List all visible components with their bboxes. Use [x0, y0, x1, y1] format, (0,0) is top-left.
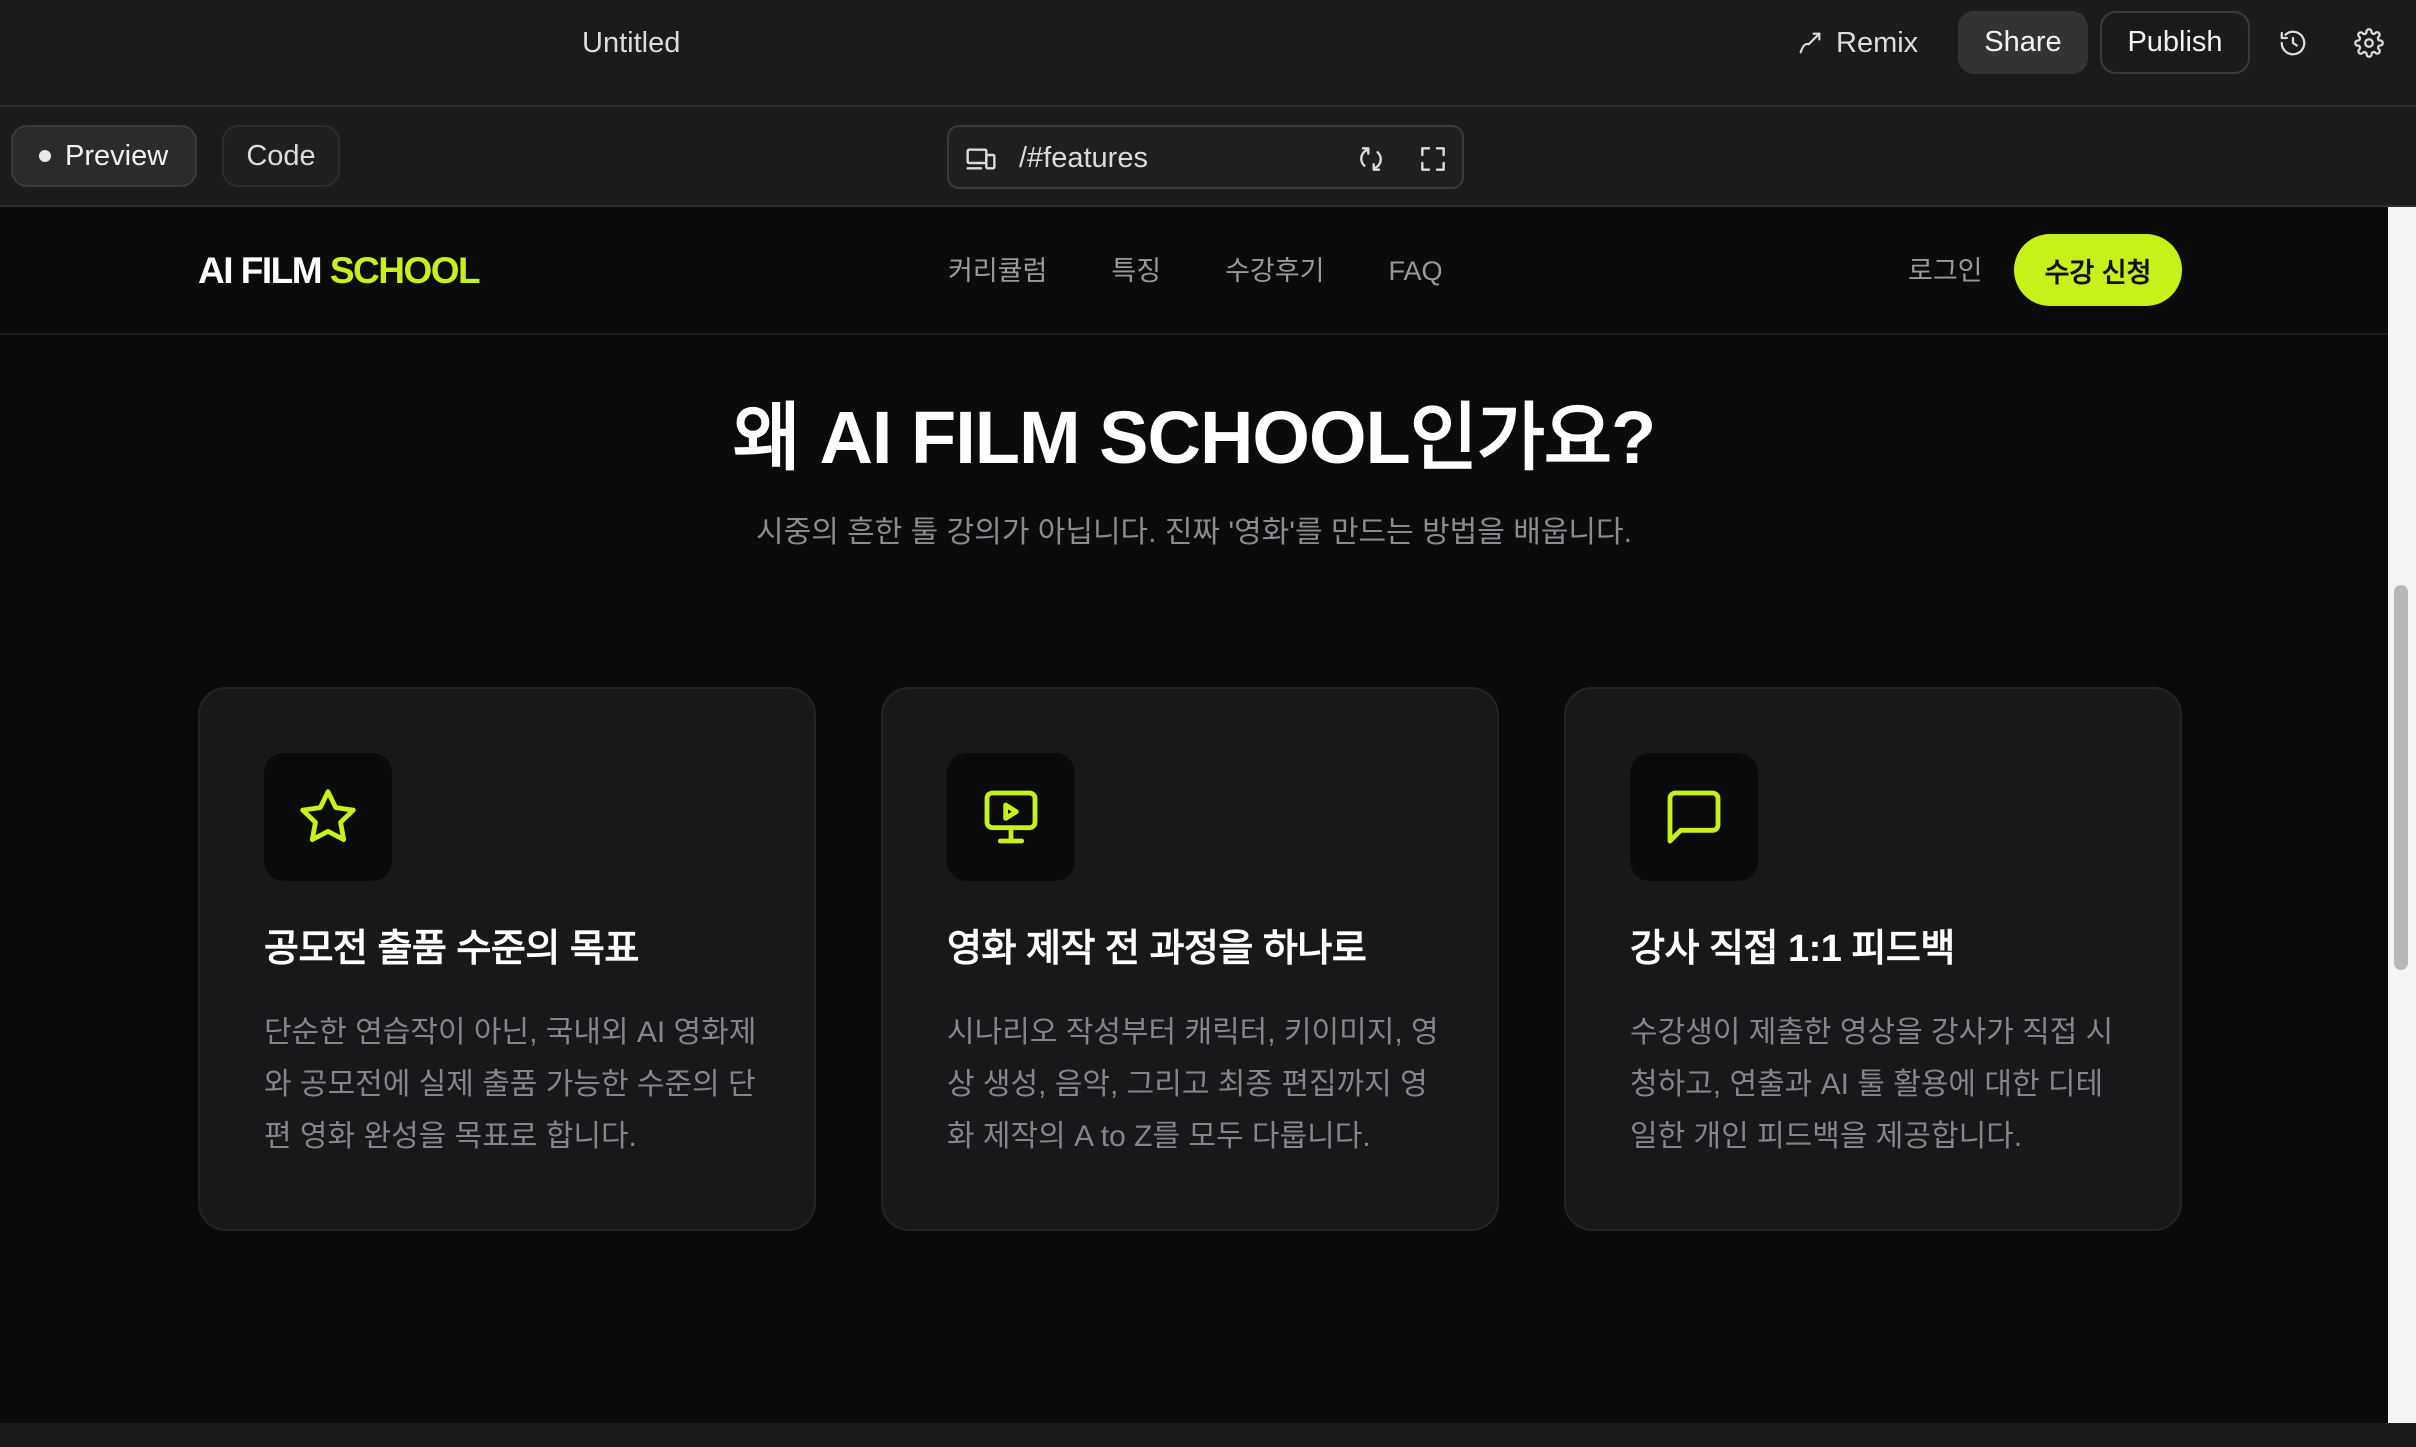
bottom-edge: [0, 1423, 2416, 1447]
history-button[interactable]: [2272, 22, 2314, 64]
star-icon: [300, 789, 356, 843]
remix-button[interactable]: Remix: [1796, 22, 1918, 64]
remix-label: Remix: [1836, 26, 1919, 59]
logo-text: AI FILM: [198, 250, 323, 291]
feature-description: 수강생이 제출한 영상을 강사가 직접 시청하고, 연출과 AI 툴 활용에 대…: [1630, 1016, 2114, 1153]
site-navbar: AI FILM SCHOOL 커리큘럼 특징 수강후기 FAQ 로그인 수강 신…: [0, 207, 2388, 335]
message-square-icon: [1667, 790, 1721, 844]
publish-button[interactable]: Publish: [2100, 11, 2250, 74]
nav-link-reviews[interactable]: 수강후기: [1225, 253, 1324, 289]
app-header: Untitled Remix Share Publish: [0, 0, 2416, 107]
gear-icon: [2354, 28, 2384, 58]
feature-title: 강사 직접 1:1 피드백: [1630, 928, 1955, 970]
feature-icon-box: [264, 753, 392, 881]
url-bar[interactable]: /#features: [947, 125, 1464, 189]
site-nav-links: 커리큘럼 특징 수강후기 FAQ: [948, 253, 1442, 289]
preview-scrollbar-thumb[interactable]: [2394, 585, 2408, 970]
nav-link-curriculum[interactable]: 커리큘럼: [948, 253, 1047, 289]
login-link[interactable]: 로그인: [1908, 253, 1983, 289]
history-icon: [2280, 30, 2306, 56]
settings-button[interactable]: [2348, 22, 2390, 64]
section-subheadline: 시중의 흔한 툴 강의가 아닙니다. 진짜 '영화'를 만드는 방법을 배웁니다…: [756, 516, 1632, 549]
nav-link-features[interactable]: 특징: [1111, 253, 1161, 289]
feature-card-goal: 공모전 출품 수준의 목표 단순한 연습작이 아닌, 국내외 AI 영화제와 공…: [198, 687, 816, 1231]
tab-code[interactable]: Code: [222, 125, 340, 187]
share-button[interactable]: Share: [1958, 11, 2088, 74]
feature-title: 공모전 출품 수준의 목표: [264, 928, 639, 970]
fullscreen-icon[interactable]: [1417, 143, 1449, 175]
remix-icon: [1799, 32, 1821, 54]
document-title[interactable]: Untitled: [582, 26, 680, 60]
feature-card-feedback: 강사 직접 1:1 피드백 수강생이 제출한 영상을 강사가 직접 시청하고, …: [1564, 687, 2182, 1231]
tab-preview[interactable]: Preview: [11, 125, 197, 187]
url-text[interactable]: /#features: [1019, 141, 1148, 175]
site-preview: AI FILM SCHOOL 커리큘럼 특징 수강후기 FAQ 로그인 수강 신…: [0, 207, 2388, 1423]
site-logo[interactable]: AI FILM SCHOOL: [198, 249, 481, 293]
monitor-play-icon: [984, 790, 1038, 844]
feature-title: 영화 제작 전 과정을 하나로: [947, 928, 1367, 970]
enroll-button[interactable]: 수강 신청: [2014, 234, 2182, 306]
preview-toolbar: Preview Code /#features: [0, 107, 2416, 207]
active-dot-icon: [39, 150, 51, 162]
feature-description: 단순한 연습작이 아닌, 국내외 AI 영화제와 공모전에 실제 출품 가능한 …: [264, 1016, 757, 1153]
section-headline: 왜 AI FILM SCHOOL인가요?: [732, 396, 1656, 479]
logo-accent: SCHOOL: [329, 250, 481, 291]
devices-icon[interactable]: [965, 143, 997, 175]
reload-icon[interactable]: [1355, 143, 1387, 175]
feature-icon-box: [1630, 753, 1758, 881]
nav-link-faq[interactable]: FAQ: [1388, 253, 1442, 289]
feature-description: 시나리오 작성부터 캐릭터, 키이미지, 영상 생성, 음악, 그리고 최종 편…: [947, 1016, 1439, 1153]
feature-icon-box: [947, 753, 1075, 881]
tab-preview-label: Preview: [65, 139, 169, 172]
feature-card-pipeline: 영화 제작 전 과정을 하나로 시나리오 작성부터 캐릭터, 키이미지, 영상 …: [881, 687, 1499, 1231]
